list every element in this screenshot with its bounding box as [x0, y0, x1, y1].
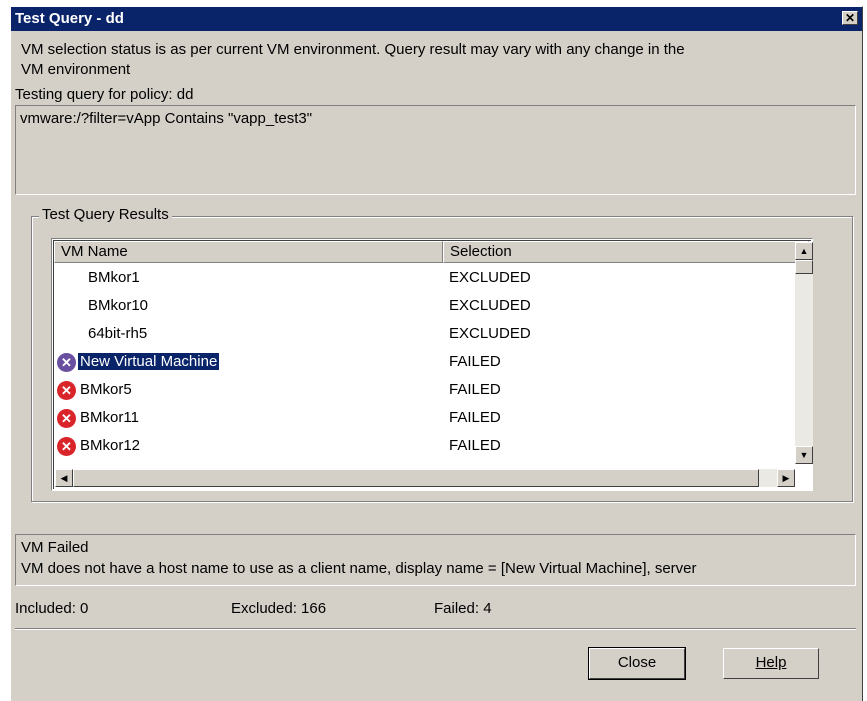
excluded-count: Excluded: 166 — [231, 600, 327, 617]
query-text-box[interactable]: vmware:/?filter=vApp Contains "vapp_test… — [15, 105, 856, 195]
query-text: vmware:/?filter=vApp Contains "vapp_test… — [20, 110, 313, 127]
detail-panel: VM Failed VM does not have a host name t… — [15, 534, 856, 586]
vm-name: BMkor12 — [80, 437, 141, 454]
column-header-selection[interactable]: Selection — [443, 241, 809, 263]
column-header-vm-name[interactable]: VM Name — [54, 241, 443, 263]
close-button[interactable]: Close — [588, 647, 686, 680]
scroll-up-icon[interactable]: ▲ — [795, 242, 813, 260]
results-group-label: Test Query Results — [39, 206, 172, 223]
intro-line-2: VM environment — [21, 61, 131, 78]
horizontal-scrollbar[interactable]: ◀ ▶ — [55, 469, 795, 487]
scroll-left-icon[interactable]: ◀ — [55, 469, 73, 487]
vm-selection: FAILED — [449, 353, 501, 370]
scroll-down-icon[interactable]: ▼ — [795, 446, 813, 464]
vm-name: BMkor11 — [80, 409, 139, 426]
policy-label: Testing query for policy: dd — [15, 86, 194, 103]
vm-name: BMkor10 — [88, 297, 149, 314]
error-icon: ✕ — [57, 437, 76, 456]
vm-name: BMkor5 — [80, 381, 132, 398]
vm-selection: EXCLUDED — [449, 297, 531, 314]
vm-selection: FAILED — [449, 381, 501, 398]
detail-title: VM Failed — [21, 539, 89, 556]
vm-selection: EXCLUDED — [449, 269, 531, 286]
included-count: Included: 0 — [15, 600, 89, 617]
vm-name: BMkor1 — [88, 269, 140, 286]
vertical-scrollbar[interactable]: ▲ ▼ — [795, 242, 813, 464]
error-icon: ✕ — [57, 353, 76, 372]
results-list[interactable]: VM Name Selection BMkor1 EXCLUDED BMkor1… — [51, 238, 813, 491]
divider — [15, 628, 856, 630]
scroll-thumb-horizontal[interactable] — [73, 469, 759, 487]
vm-selection: EXCLUDED — [449, 325, 531, 342]
test-query-dialog: Test Query - dd ✕ VM selection status is… — [10, 6, 863, 701]
error-icon: ✕ — [57, 409, 76, 428]
help-button-label: Help — [755, 654, 787, 671]
close-icon[interactable]: ✕ — [842, 11, 858, 25]
vm-selection: FAILED — [449, 437, 501, 454]
intro-line-1: VM selection status is as per current VM… — [21, 41, 685, 58]
table-row[interactable]: BMkor10 EXCLUDED — [54, 293, 809, 321]
table-row[interactable]: ✕ BMkor11 FAILED — [54, 405, 809, 433]
table-row[interactable]: 64bit-rh5 EXCLUDED — [54, 321, 809, 349]
title-bar[interactable]: Test Query - dd ✕ — [11, 7, 862, 31]
error-icon: ✕ — [57, 381, 76, 400]
scroll-thumb[interactable] — [795, 260, 813, 274]
vm-name: 64bit-rh5 — [88, 325, 148, 342]
table-row[interactable]: BMkor1 EXCLUDED — [54, 265, 809, 293]
table-row[interactable]: ✕ BMkor5 FAILED — [54, 377, 809, 405]
help-button[interactable]: Help — [723, 648, 819, 679]
failed-count: Failed: 4 — [434, 600, 492, 617]
table-row-selected[interactable]: ✕ New Virtual Machine FAILED — [54, 349, 809, 377]
detail-message: VM does not have a host name to use as a… — [21, 560, 697, 577]
scroll-right-icon[interactable]: ▶ — [777, 469, 795, 487]
vm-name: New Virtual Machine — [76, 352, 221, 371]
vm-selection: FAILED — [449, 409, 501, 426]
table-row[interactable]: ✕ BMkor12 FAILED — [54, 433, 809, 461]
window-title: Test Query - dd — [15, 10, 124, 27]
